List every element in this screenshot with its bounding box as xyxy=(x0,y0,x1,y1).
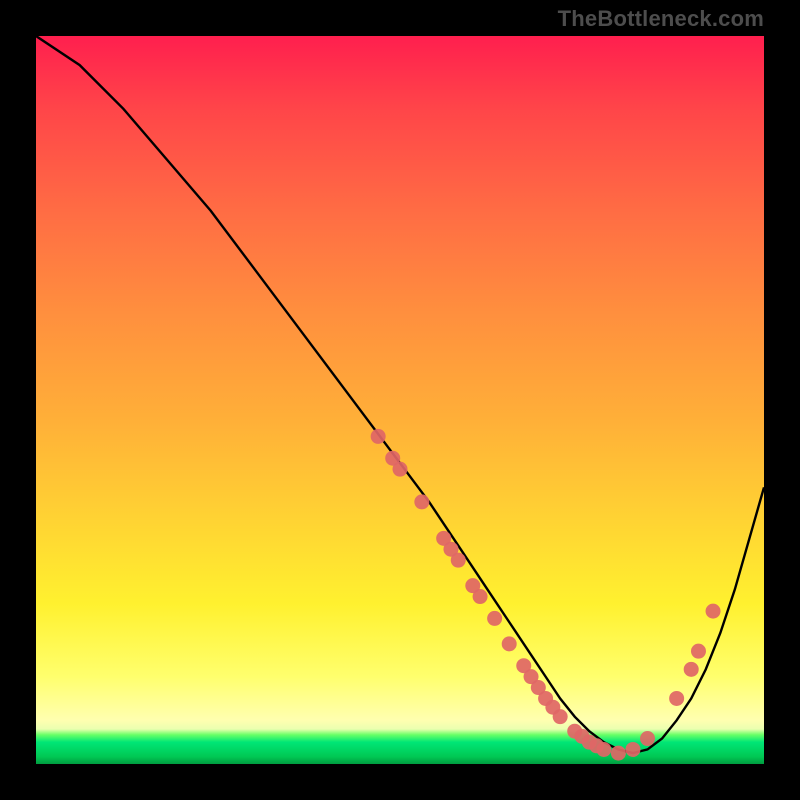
markers-group xyxy=(371,429,721,761)
data-marker xyxy=(393,462,408,477)
data-marker xyxy=(473,589,488,604)
watermark-text: TheBottleneck.com xyxy=(558,6,764,32)
data-marker xyxy=(596,742,611,757)
bottleneck-curve xyxy=(36,36,764,753)
data-marker xyxy=(625,742,640,757)
stage: TheBottleneck.com xyxy=(0,0,800,800)
data-marker xyxy=(669,691,684,706)
data-marker xyxy=(371,429,386,444)
data-marker xyxy=(691,644,706,659)
data-marker xyxy=(684,662,699,677)
data-marker xyxy=(502,636,517,651)
data-marker xyxy=(640,731,655,746)
chart-svg xyxy=(36,36,764,764)
data-marker xyxy=(451,553,466,568)
data-marker xyxy=(553,709,568,724)
data-marker xyxy=(706,604,721,619)
plot-area xyxy=(36,36,764,764)
data-marker xyxy=(487,611,502,626)
data-marker xyxy=(611,746,626,761)
data-marker xyxy=(414,494,429,509)
